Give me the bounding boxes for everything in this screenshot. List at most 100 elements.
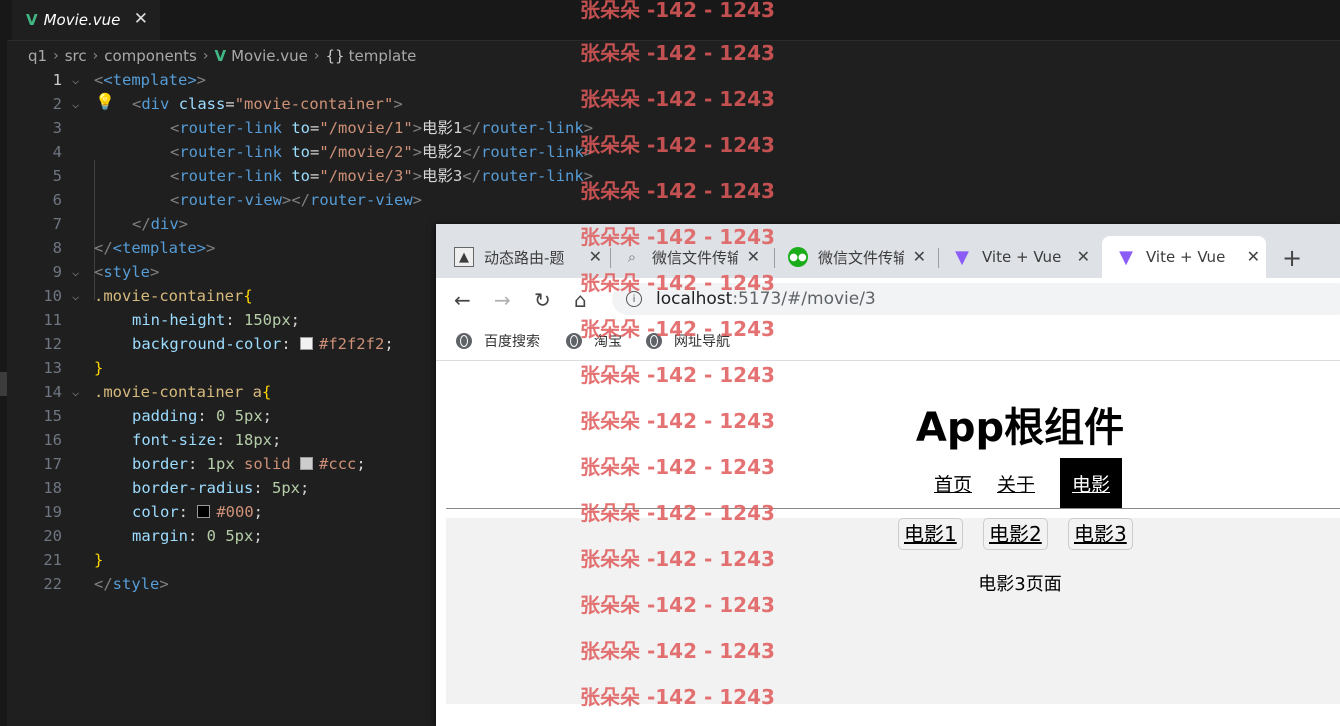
close-icon[interactable]: ✕ bbox=[1077, 247, 1090, 266]
code-text: router-link bbox=[179, 143, 282, 161]
browser-tab[interactable]: ●● 微信文件传输 ✕ bbox=[788, 236, 932, 278]
watermark-text: 张朵朵 -142 - 1243 bbox=[580, 409, 775, 433]
fold-chevron-icon[interactable]: ⌵ bbox=[72, 380, 79, 404]
breadcrumb-item[interactable]: src bbox=[65, 47, 87, 65]
reload-icon[interactable]: ↻ bbox=[534, 288, 551, 312]
watermark-text: 张朵朵 -142 - 1243 bbox=[580, 179, 775, 203]
fold-chevron-icon[interactable]: ⌵ bbox=[72, 68, 79, 92]
close-icon[interactable]: ✕ bbox=[1247, 247, 1260, 266]
code-line: 3 <router-link to="/movie/1">电影1</router-… bbox=[0, 116, 620, 140]
fold-chevron-icon[interactable]: ⌵ bbox=[72, 284, 79, 308]
color-swatch[interactable] bbox=[299, 337, 313, 350]
code-text: class bbox=[178, 95, 226, 113]
browser-tab-strip: ▲ 动态路由-题 ✕ ⌕ 微信文件传输 ✕ ●● 微信文件传输 ✕ ▼ Vite… bbox=[436, 224, 1340, 278]
code-text: 5px bbox=[272, 479, 300, 497]
nav-link-movie[interactable]: 电影 bbox=[1060, 457, 1123, 509]
bookmark-label: 百度搜索 bbox=[484, 334, 540, 350]
browser-tab[interactable]: ▼ Vite + Vue ✕ bbox=[952, 236, 1096, 278]
browser-window: ▲ 动态路由-题 ✕ ⌕ 微信文件传输 ✕ ●● 微信文件传输 ✕ ▼ Vite… bbox=[436, 224, 1340, 726]
chevron-right-icon: › bbox=[202, 48, 209, 64]
line-number: 17 bbox=[43, 455, 62, 473]
line-number: 14 bbox=[43, 383, 62, 401]
code-text: 18px bbox=[234, 431, 272, 449]
watermark-text: 张朵朵 -142 - 1243 bbox=[580, 133, 775, 157]
color-swatch[interactable] bbox=[300, 457, 314, 470]
code-text: margin bbox=[132, 527, 188, 545]
code-text: padding bbox=[132, 407, 198, 425]
code-text: 0 5px bbox=[206, 527, 254, 545]
watermark-text: 张朵朵 -142 - 1243 bbox=[580, 639, 775, 663]
code-text: color bbox=[132, 503, 179, 521]
watermark-text: 张朵朵 -142 - 1243 bbox=[580, 0, 775, 22]
code-text: #ccc bbox=[319, 455, 357, 473]
fold-chevron-icon[interactable]: ⌵ bbox=[72, 260, 79, 284]
code-text: router-link bbox=[179, 119, 282, 137]
line-number: 13 bbox=[43, 359, 62, 377]
line-number: 21 bbox=[43, 551, 62, 569]
watermark-text: 张朵朵 -142 - 1243 bbox=[580, 271, 775, 295]
close-icon[interactable]: ✕ bbox=[134, 9, 148, 29]
code-text: 1px bbox=[206, 455, 235, 473]
watermark-text: 张朵朵 -142 - 1243 bbox=[580, 593, 775, 617]
line-number: 10 bbox=[43, 287, 62, 305]
browser-tab-active[interactable]: ▼ Vite + Vue ✕ bbox=[1102, 236, 1266, 278]
code-text: 0 5px bbox=[216, 407, 263, 425]
watermark-text: 张朵朵 -142 - 1243 bbox=[580, 225, 775, 249]
browser-tab-label: Vite + Vue bbox=[1146, 248, 1226, 266]
watermark-text: 张朵朵 -142 - 1243 bbox=[580, 501, 775, 525]
code-text: to bbox=[291, 143, 311, 161]
watermark-text: 张朵朵 -142 - 1243 bbox=[580, 317, 775, 341]
breadcrumb-item[interactable]: template bbox=[349, 47, 417, 65]
code-text: 电影1 bbox=[422, 119, 463, 137]
breadcrumb-item[interactable]: components bbox=[104, 47, 197, 65]
code-text: router-link bbox=[481, 167, 584, 185]
vue-file-icon: V bbox=[214, 47, 227, 65]
movie-link-3[interactable]: 电影3 bbox=[1068, 518, 1133, 550]
watermark-text: 张朵朵 -142 - 1243 bbox=[580, 455, 775, 479]
bookmark-item[interactable]: 百度搜索 bbox=[456, 331, 540, 351]
web-page: App根组件 首页 关于 电影 电影1 电影2 电影3 电影3页面 bbox=[436, 361, 1340, 726]
close-icon[interactable]: ✕ bbox=[913, 247, 926, 266]
code-text: div bbox=[150, 215, 179, 233]
code-text: .movie-container bbox=[94, 287, 244, 305]
forward-arrow-icon[interactable]: → bbox=[494, 288, 511, 312]
code-text: <template> bbox=[112, 239, 206, 257]
line-number: 19 bbox=[43, 503, 62, 521]
movie-link-2[interactable]: 电影2 bbox=[983, 518, 1048, 550]
line-number: 1 bbox=[52, 71, 62, 89]
browser-toolbar: ← → ↻ ⌂ i localhost:5173/#/movie/3 bbox=[436, 278, 1340, 320]
line-number: 11 bbox=[43, 311, 62, 329]
breadcrumb-item[interactable]: q1 bbox=[28, 47, 47, 65]
globe-icon bbox=[456, 333, 472, 349]
line-number: 22 bbox=[43, 575, 62, 593]
lightbulb-icon[interactable]: 💡 bbox=[95, 92, 115, 111]
line-number: 7 bbox=[52, 215, 62, 233]
new-tab-button[interactable]: + bbox=[1282, 244, 1302, 272]
code-text: #000 bbox=[216, 503, 254, 521]
tab-divider bbox=[938, 248, 939, 268]
nav-link-home[interactable]: 首页 bbox=[934, 470, 972, 497]
movie-link-1[interactable]: 电影1 bbox=[898, 518, 963, 550]
code-line: 5 <router-link to="/movie/3">电影3</router-… bbox=[0, 164, 620, 188]
code-line: 2 ⌵ <div class="movie-container"> bbox=[0, 92, 620, 116]
vue-file-icon: V bbox=[26, 11, 38, 29]
watermark-text: 张朵朵 -142 - 1243 bbox=[580, 41, 775, 65]
line-number: 12 bbox=[43, 335, 62, 353]
code-line: 4 <router-link to="/movie/2">电影2</router-… bbox=[0, 140, 620, 164]
breadcrumb-item[interactable]: Movie.vue bbox=[231, 47, 308, 65]
code-text: to bbox=[291, 167, 311, 185]
editor-tab-movie-vue[interactable]: V Movie.vue ✕ bbox=[12, 0, 160, 40]
code-text: solid bbox=[244, 455, 291, 473]
nav-link-about[interactable]: 关于 bbox=[997, 470, 1035, 497]
line-number: 4 bbox=[52, 143, 62, 161]
code-text: to bbox=[291, 119, 311, 137]
code-text: 电影2 bbox=[422, 143, 463, 161]
vite-icon: ▼ bbox=[1119, 246, 1133, 268]
tab-divider bbox=[774, 248, 775, 268]
color-swatch[interactable] bbox=[197, 505, 211, 518]
code-text: div bbox=[141, 95, 170, 113]
fold-chevron-icon[interactable]: ⌵ bbox=[72, 92, 79, 116]
browser-tab-label: 微信文件传输 bbox=[818, 248, 904, 267]
line-number: 15 bbox=[43, 407, 62, 425]
back-arrow-icon[interactable]: ← bbox=[454, 288, 471, 312]
